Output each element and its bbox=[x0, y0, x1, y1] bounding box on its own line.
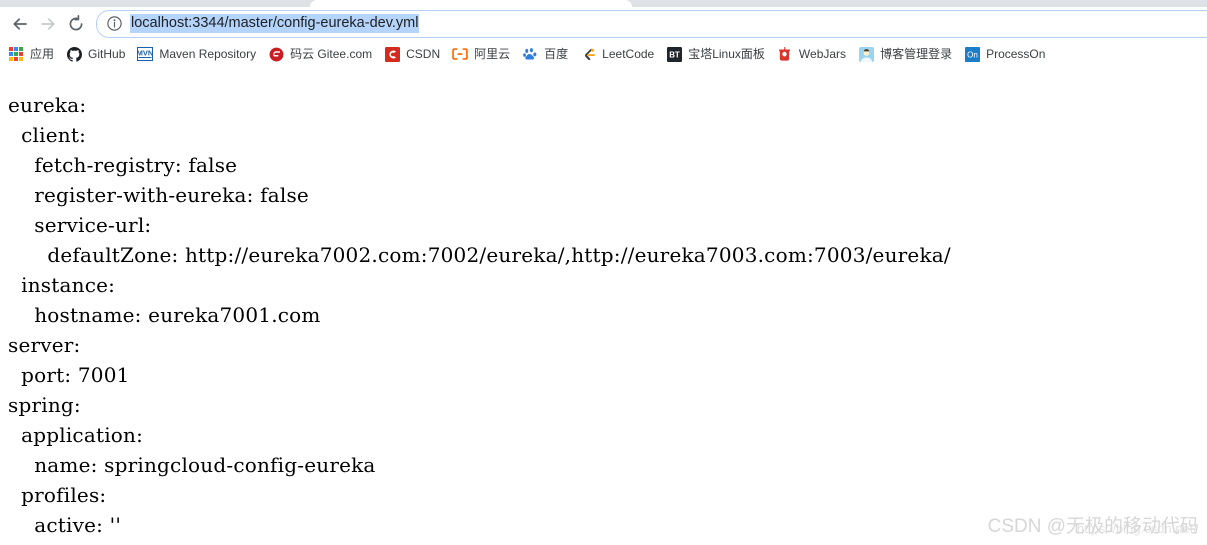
maven-icon: MVN bbox=[137, 46, 154, 62]
bookmark-webjars[interactable]: WebJars bbox=[771, 43, 852, 65]
active-tab[interactable] bbox=[310, 0, 632, 7]
bookmark-label: GitHub bbox=[88, 47, 126, 61]
bt-panel-icon: BT bbox=[666, 46, 682, 62]
avatar-icon bbox=[858, 46, 874, 62]
bookmark-gitee[interactable]: 码云 Gitee.com bbox=[262, 43, 378, 65]
svg-text:On: On bbox=[967, 50, 978, 59]
address-bar-url[interactable]: localhost:3344/master/config-eureka-dev.… bbox=[130, 14, 420, 33]
watermark-url: https://blog.csdn.net/ bbox=[1077, 521, 1197, 536]
arrow-right-icon bbox=[38, 14, 58, 34]
webjars-icon bbox=[777, 46, 793, 62]
svg-text:MVN: MVN bbox=[137, 48, 153, 57]
bookmark-label: ProcessOn bbox=[986, 47, 1046, 61]
bookmark-label: Maven Repository bbox=[159, 47, 257, 61]
page-content-area: eureka: client: fetch-registry: false re… bbox=[0, 68, 1207, 545]
reload-icon bbox=[66, 14, 86, 34]
browser-tab-strip bbox=[0, 0, 1207, 7]
arrow-left-icon bbox=[10, 14, 30, 34]
bookmark-leetcode[interactable]: LeetCode bbox=[574, 43, 660, 65]
bookmark-label: CSDN bbox=[406, 47, 441, 61]
apps-grid-icon bbox=[8, 46, 24, 62]
bookmark-baidu[interactable]: 百度 bbox=[516, 43, 574, 65]
bookmark-label: 百度 bbox=[544, 47, 569, 61]
bookmark-label: 宝塔Linux面板 bbox=[688, 47, 765, 61]
bookmark-blog-admin-login[interactable]: 博客管理登录 bbox=[852, 43, 958, 65]
browser-toolbar: localhost:3344/master/config-eureka-dev.… bbox=[0, 7, 1207, 40]
info-circle-icon[interactable] bbox=[106, 15, 123, 32]
svg-text:BT: BT bbox=[669, 50, 680, 59]
gitee-icon bbox=[268, 46, 284, 62]
bookmark-label: 应用 bbox=[30, 47, 55, 61]
github-icon bbox=[66, 46, 82, 62]
bookmark-processon[interactable]: On ProcessOn bbox=[958, 43, 1051, 65]
address-bar[interactable]: localhost:3344/master/config-eureka-dev.… bbox=[96, 9, 1207, 38]
csdn-icon bbox=[384, 46, 400, 62]
leetcode-icon bbox=[580, 46, 596, 62]
bookmark-label: WebJars bbox=[798, 47, 847, 61]
bookmark-csdn[interactable]: CSDN bbox=[378, 43, 446, 65]
forward-button[interactable] bbox=[34, 10, 62, 38]
processon-icon: On bbox=[964, 46, 980, 62]
bookmarks-bar: 应用 GitHub MVN Maven Repository 码云 Gitee.… bbox=[0, 40, 1207, 68]
baidu-paw-icon bbox=[522, 46, 538, 62]
bookmark-aliyun[interactable]: 阿里云 bbox=[446, 43, 516, 65]
bookmark-apps[interactable]: 应用 bbox=[2, 43, 60, 65]
bookmark-label: LeetCode bbox=[602, 47, 655, 61]
reload-button[interactable] bbox=[62, 10, 90, 38]
aliyun-icon bbox=[452, 46, 468, 62]
bookmark-maven-repository[interactable]: MVN Maven Repository bbox=[131, 43, 262, 65]
bookmark-label: 阿里云 bbox=[474, 47, 511, 61]
bookmark-label: 博客管理登录 bbox=[880, 47, 953, 61]
yaml-plaintext-body: eureka: client: fetch-registry: false re… bbox=[8, 93, 951, 537]
bookmark-label: 码云 Gitee.com bbox=[290, 47, 373, 61]
back-button[interactable] bbox=[6, 10, 34, 38]
bookmark-github[interactable]: GitHub bbox=[60, 43, 131, 65]
bookmark-bt-panel[interactable]: BT 宝塔Linux面板 bbox=[660, 43, 771, 65]
